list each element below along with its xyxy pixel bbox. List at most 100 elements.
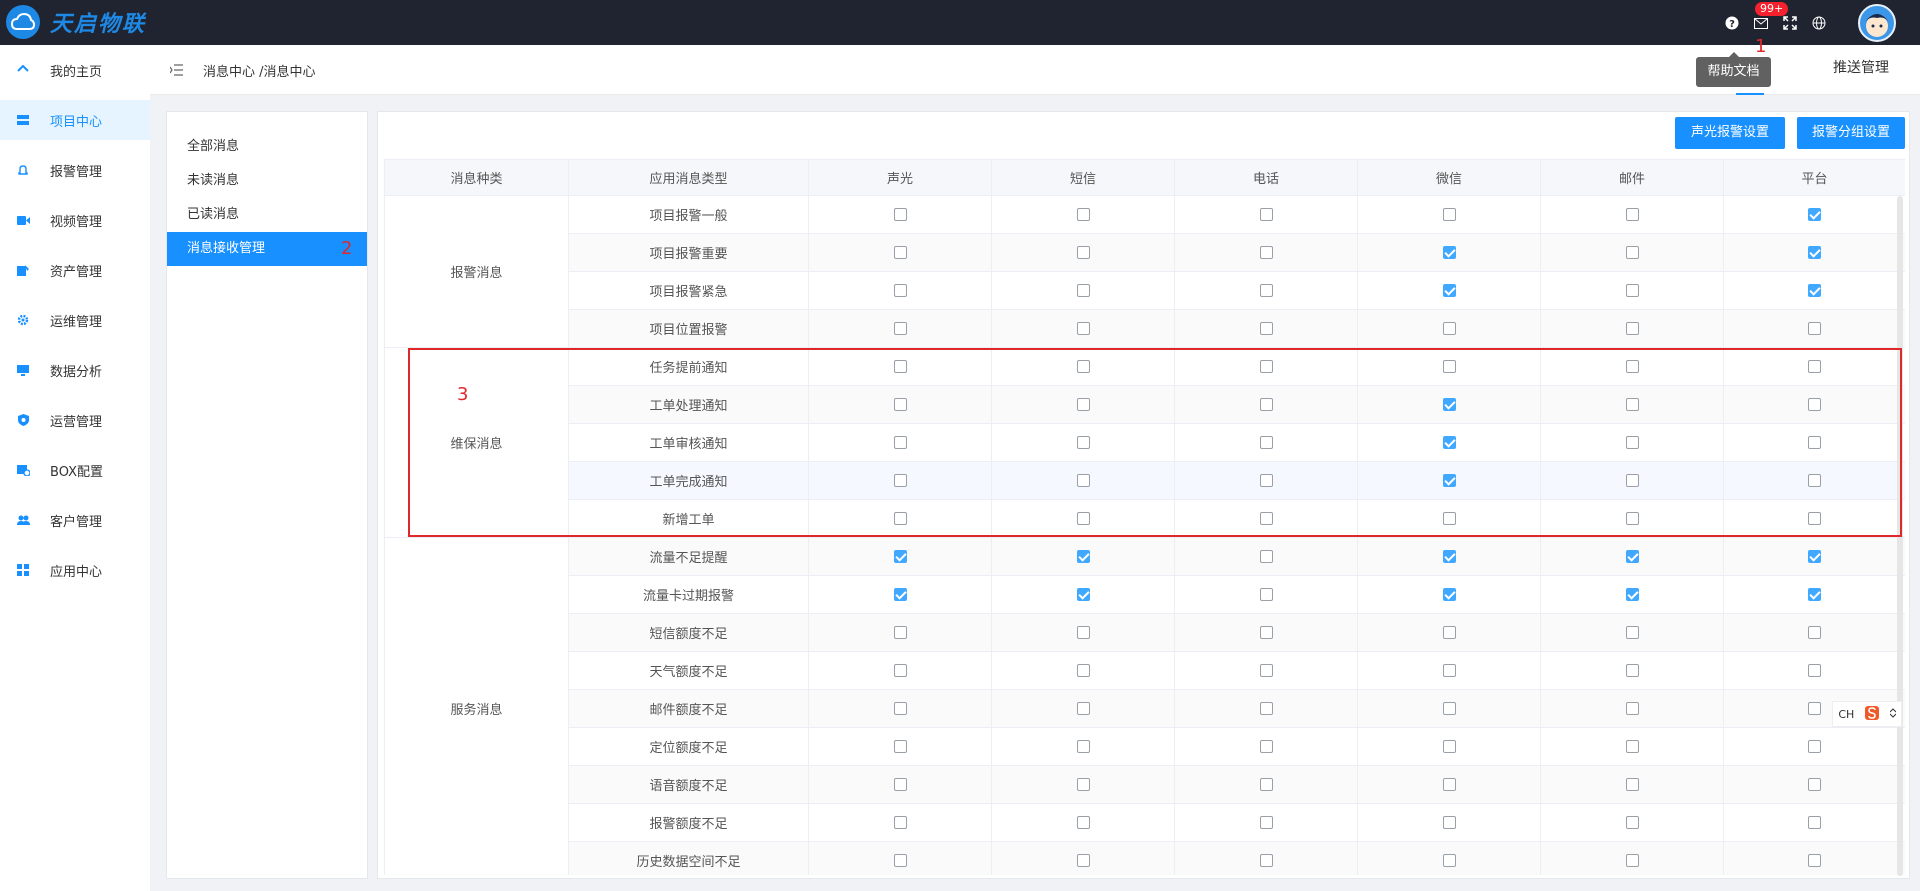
alarm-group-settings-button[interactable]: 报警分组设置 — [1797, 117, 1905, 149]
platform-checkbox[interactable] — [1808, 284, 1821, 297]
sound-alarm-settings-button[interactable]: 声光报警设置 — [1675, 117, 1785, 149]
sound-light-checkbox[interactable] — [893, 816, 907, 829]
platform-checkbox[interactable] — [1808, 626, 1821, 639]
sound-light-checkbox[interactable] — [893, 626, 907, 639]
wechat-checkbox[interactable] — [1442, 284, 1456, 297]
wechat-checkbox[interactable] — [1442, 778, 1456, 791]
sound-light-checkbox[interactable] — [893, 740, 907, 753]
table-scrollbar[interactable] — [1897, 196, 1903, 876]
menu-item-all-messages[interactable]: 全部消息 — [167, 130, 367, 164]
sms-checkbox[interactable] — [1076, 512, 1090, 525]
tab-push-management[interactable]: 推送管理 — [1833, 57, 1889, 95]
sidebar-item-app-center[interactable]: 应用中心 — [0, 550, 150, 590]
email-checkbox[interactable] — [1625, 740, 1639, 753]
sidebar-item-alarm[interactable]: 报警管理 — [0, 150, 150, 190]
sound-light-checkbox[interactable] — [893, 512, 907, 525]
sound-light-checkbox[interactable] — [893, 854, 907, 867]
email-checkbox[interactable] — [1625, 778, 1639, 791]
sidebar-item-operations[interactable]: 运营管理 — [0, 400, 150, 440]
help-icon[interactable]: ? — [1724, 15, 1740, 31]
wechat-checkbox[interactable] — [1442, 550, 1456, 563]
phone-checkbox[interactable] — [1259, 778, 1273, 791]
ime-toolbar[interactable]: CH — [1832, 701, 1902, 727]
phone-checkbox[interactable] — [1259, 284, 1273, 297]
wechat-checkbox[interactable] — [1442, 360, 1456, 373]
platform-checkbox[interactable] — [1808, 512, 1821, 525]
sidebar-item-customer[interactable]: 客户管理 — [0, 500, 150, 540]
sms-checkbox[interactable] — [1076, 702, 1090, 715]
wechat-checkbox[interactable] — [1442, 588, 1456, 601]
sms-checkbox[interactable] — [1076, 854, 1090, 867]
sound-light-checkbox[interactable] — [893, 436, 907, 449]
sms-checkbox[interactable] — [1076, 284, 1090, 297]
email-checkbox[interactable] — [1625, 398, 1639, 411]
sms-checkbox[interactable] — [1076, 740, 1090, 753]
email-checkbox[interactable] — [1625, 550, 1639, 563]
sms-checkbox[interactable] — [1076, 474, 1090, 487]
email-checkbox[interactable] — [1625, 702, 1639, 715]
phone-checkbox[interactable] — [1259, 360, 1273, 373]
phone-checkbox[interactable] — [1259, 816, 1273, 829]
phone-checkbox[interactable] — [1259, 474, 1273, 487]
sound-light-checkbox[interactable] — [893, 398, 907, 411]
menu-item-unread-messages[interactable]: 未读消息 — [167, 164, 367, 198]
phone-checkbox[interactable] — [1259, 208, 1273, 221]
email-checkbox[interactable] — [1625, 208, 1639, 221]
sms-checkbox[interactable] — [1076, 778, 1090, 791]
platform-checkbox[interactable] — [1808, 702, 1821, 715]
platform-checkbox[interactable] — [1808, 436, 1821, 449]
sms-checkbox[interactable] — [1076, 436, 1090, 449]
sms-checkbox[interactable] — [1076, 246, 1090, 259]
platform-checkbox[interactable] — [1808, 398, 1821, 411]
email-checkbox[interactable] — [1625, 322, 1639, 335]
platform-checkbox[interactable] — [1808, 246, 1821, 259]
sound-light-checkbox[interactable] — [893, 284, 907, 297]
platform-checkbox[interactable] — [1808, 360, 1821, 373]
sidebar-item-video[interactable]: 视频管理 — [0, 200, 150, 240]
phone-checkbox[interactable] — [1259, 512, 1273, 525]
sound-light-checkbox[interactable] — [893, 588, 907, 601]
sms-checkbox[interactable] — [1076, 398, 1090, 411]
wechat-checkbox[interactable] — [1442, 626, 1456, 639]
wechat-checkbox[interactable] — [1442, 854, 1456, 867]
sound-light-checkbox[interactable] — [893, 246, 907, 259]
sound-light-checkbox[interactable] — [893, 360, 907, 373]
menu-fold-icon[interactable] — [169, 64, 183, 76]
email-checkbox[interactable] — [1625, 664, 1639, 677]
wechat-checkbox[interactable] — [1442, 398, 1456, 411]
sound-light-checkbox[interactable] — [893, 474, 907, 487]
platform-checkbox[interactable] — [1808, 588, 1821, 601]
platform-checkbox[interactable] — [1808, 664, 1821, 677]
sidebar-item-asset[interactable]: 资产管理 — [0, 250, 150, 290]
logo[interactable]: 天启物联 — [6, 5, 146, 39]
avatar[interactable] — [1858, 4, 1896, 42]
sound-light-checkbox[interactable] — [893, 550, 907, 563]
email-checkbox[interactable] — [1625, 626, 1639, 639]
phone-checkbox[interactable] — [1259, 246, 1273, 259]
sound-light-checkbox[interactable] — [893, 702, 907, 715]
phone-checkbox[interactable] — [1259, 436, 1273, 449]
wechat-checkbox[interactable] — [1442, 436, 1456, 449]
platform-checkbox[interactable] — [1808, 740, 1821, 753]
platform-checkbox[interactable] — [1808, 208, 1821, 221]
sidebar-item-home[interactable]: 我的主页 — [0, 50, 150, 90]
phone-checkbox[interactable] — [1259, 550, 1273, 563]
email-checkbox[interactable] — [1625, 474, 1639, 487]
sound-light-checkbox[interactable] — [893, 664, 907, 677]
platform-checkbox[interactable] — [1808, 854, 1821, 867]
sms-checkbox[interactable] — [1076, 208, 1090, 221]
email-checkbox[interactable] — [1625, 588, 1639, 601]
phone-checkbox[interactable] — [1259, 626, 1273, 639]
phone-checkbox[interactable] — [1259, 664, 1273, 677]
wechat-checkbox[interactable] — [1442, 512, 1456, 525]
menu-item-read-messages[interactable]: 已读消息 — [167, 198, 367, 232]
sms-checkbox[interactable] — [1076, 360, 1090, 373]
email-checkbox[interactable] — [1625, 436, 1639, 449]
sms-checkbox[interactable] — [1076, 664, 1090, 677]
sound-light-checkbox[interactable] — [893, 208, 907, 221]
sms-checkbox[interactable] — [1076, 816, 1090, 829]
sms-checkbox[interactable] — [1076, 322, 1090, 335]
email-checkbox[interactable] — [1625, 512, 1639, 525]
sidebar-item-ops[interactable]: 运维管理 — [0, 300, 150, 340]
wechat-checkbox[interactable] — [1442, 322, 1456, 335]
